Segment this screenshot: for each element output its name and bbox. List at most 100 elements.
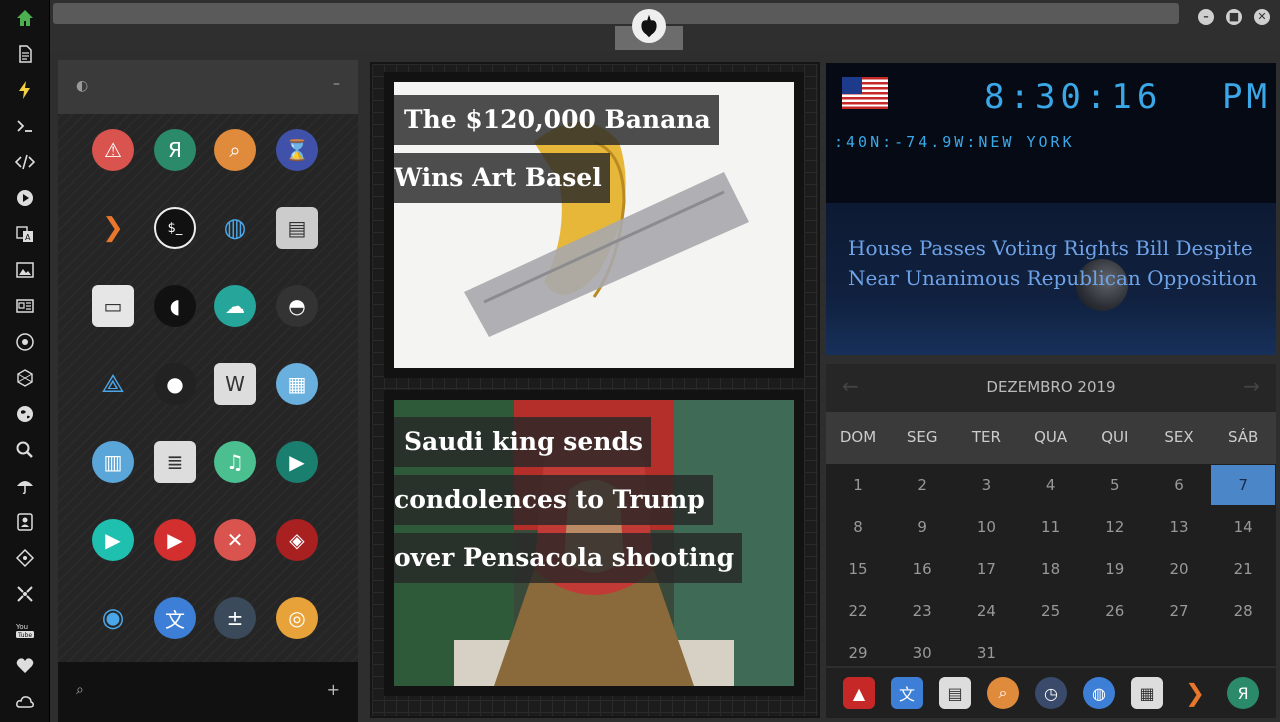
calendar-day[interactable]: 14 — [1211, 507, 1275, 547]
crosshair-icon[interactable] — [13, 582, 37, 606]
calendar-day[interactable]: 16 — [890, 549, 954, 589]
calendar-day[interactable]: 1 — [826, 465, 890, 505]
cloud-lock-app-icon[interactable]: ☁ — [214, 285, 256, 327]
youtube-app-icon[interactable]: ▶ — [154, 519, 196, 561]
search-icon[interactable] — [13, 438, 37, 462]
calendar-day[interactable]: 24 — [954, 591, 1018, 631]
search-icon[interactable]: ⌕ — [76, 682, 84, 698]
umbrella-icon[interactable] — [13, 474, 37, 498]
github-app-icon[interactable]: ◓ — [276, 285, 318, 327]
astro-icon[interactable]: ▲ — [843, 677, 875, 709]
add-app-button[interactable]: + — [327, 680, 340, 699]
browser-app-icon[interactable]: ◍ — [214, 207, 256, 249]
news-card-saudi[interactable]: Saudi king sends condolences to Trump ov… — [384, 390, 804, 696]
heart-icon[interactable] — [13, 654, 37, 678]
globe-icon[interactable] — [13, 402, 37, 426]
document-icon[interactable] — [13, 42, 37, 66]
launcher-app-icon[interactable]: ❯ — [92, 207, 134, 249]
files-app-icon[interactable]: ▤ — [276, 207, 318, 249]
books-app-icon[interactable]: ▥ — [92, 441, 134, 483]
search-app-icon[interactable]: ⌕ — [214, 129, 256, 171]
ironman-app-icon[interactable]: ◈ — [276, 519, 318, 561]
network-icon[interactable] — [13, 366, 37, 390]
play-icon[interactable] — [13, 186, 37, 210]
calendar-icon[interactable]: ▦ — [1131, 677, 1163, 709]
translate-app-icon[interactable]: 文 — [154, 597, 196, 639]
calendar-day[interactable]: 22 — [826, 591, 890, 631]
home-icon[interactable] — [13, 6, 37, 30]
yandex-icon[interactable]: Я — [1227, 677, 1259, 709]
player-app-icon[interactable]: ▶ — [92, 519, 134, 561]
calendar-day[interactable]: 4 — [1019, 465, 1083, 505]
image-icon[interactable] — [13, 258, 37, 282]
minimize-button[interactable]: – — [1198, 9, 1214, 25]
calendar-day[interactable]: 21 — [1211, 549, 1275, 589]
calendar-day[interactable]: 10 — [954, 507, 1018, 547]
youtube-icon[interactable]: You Tube — [13, 618, 37, 642]
calendar-day[interactable]: 9 — [890, 507, 954, 547]
calendar-day[interactable]: 29 — [826, 633, 890, 673]
clock-icon[interactable]: ◷ — [1035, 677, 1067, 709]
calendar-day[interactable]: 28 — [1211, 591, 1275, 631]
calendar-day-selected[interactable]: 7 — [1211, 465, 1276, 505]
calendar-day[interactable]: 23 — [890, 591, 954, 631]
c3po-app-icon[interactable]: ◉ — [92, 597, 134, 639]
git-icon[interactable] — [13, 546, 37, 570]
calendar-day[interactable]: 11 — [1019, 507, 1083, 547]
terminal-app-icon[interactable]: $_ — [154, 207, 196, 249]
calendar-day[interactable]: 30 — [890, 633, 954, 673]
wikipedia-app-icon[interactable]: W — [214, 363, 256, 405]
calendar-day[interactable]: 17 — [954, 549, 1018, 589]
timer-app-icon[interactable]: ⌛ — [276, 129, 318, 171]
deathstar-app-icon[interactable]: ● — [154, 363, 196, 405]
calendar-day[interactable]: 15 — [826, 549, 890, 589]
maximize-button[interactable]: ■ — [1226, 9, 1242, 25]
calendar-day[interactable]: 25 — [1019, 591, 1083, 631]
translate-icon[interactable]: 文 — [891, 677, 923, 709]
calendar-day[interactable]: 20 — [1147, 549, 1211, 589]
close-app-icon[interactable]: ✕ — [214, 519, 256, 561]
yandex-app-icon[interactable]: Я — [154, 129, 196, 171]
close-button[interactable]: ✕ — [1254, 9, 1270, 25]
calendar-day[interactable]: 13 — [1147, 507, 1211, 547]
calculator-app-icon[interactable]: ± — [214, 597, 256, 639]
theme-toggle-icon[interactable]: ◐ — [76, 78, 88, 94]
translate-icon[interactable]: A — [13, 222, 37, 246]
maps-app-icon[interactable]: ▦ — [276, 363, 318, 405]
terminal-icon[interactable] — [13, 114, 37, 138]
contacts-icon[interactable] — [13, 510, 37, 534]
calendar-day[interactable]: 19 — [1083, 549, 1147, 589]
next-month-button[interactable]: → — [1243, 374, 1260, 398]
pacman-app-icon[interactable]: ◖ — [154, 285, 196, 327]
news-card-banana[interactable]: The $120,000 Banana Wins Art Basel — [384, 72, 804, 378]
bolt-icon[interactable] — [13, 78, 37, 102]
calendar-day[interactable]: 26 — [1083, 591, 1147, 631]
calendar-day[interactable]: 18 — [1019, 549, 1083, 589]
globe-icon[interactable]: ◍ — [1083, 677, 1115, 709]
calendar-day[interactable]: 5 — [1083, 465, 1147, 505]
cloud-icon[interactable] — [13, 690, 37, 714]
calendar-day[interactable]: 2 — [890, 465, 954, 505]
music-app-icon[interactable]: ♫ — [214, 441, 256, 483]
warning-app-icon[interactable]: ⚠ — [92, 129, 134, 171]
window-app-icon[interactable]: ▭ — [92, 285, 134, 327]
code-icon[interactable] — [13, 150, 37, 174]
starfleet-app-icon[interactable]: ⟁ — [92, 363, 134, 405]
rebel-logo-tab[interactable] — [615, 0, 683, 52]
news-icon[interactable] — [13, 294, 37, 318]
news-ticker[interactable]: House Passes Voting Rights Bill Despite … — [826, 203, 1276, 355]
calendar-day[interactable]: 3 — [954, 465, 1018, 505]
notes-app-icon[interactable]: ≣ — [154, 441, 196, 483]
collapse-button[interactable]: – — [333, 76, 340, 92]
calendar-day[interactable]: 12 — [1083, 507, 1147, 547]
photos-app-icon[interactable]: ◎ — [276, 597, 318, 639]
calendar-day[interactable]: 6 — [1147, 465, 1211, 505]
launcher-icon[interactable]: ❯ — [1179, 677, 1211, 709]
rebel-icon[interactable] — [13, 330, 37, 354]
calendar-day[interactable]: 31 — [954, 633, 1018, 673]
search-icon[interactable]: ⌕ — [987, 677, 1019, 709]
news-icon[interactable]: ▤ — [939, 677, 971, 709]
calendar-day[interactable]: 27 — [1147, 591, 1211, 631]
video-app-icon[interactable]: ▶ — [276, 441, 318, 483]
calendar-day[interactable]: 8 — [826, 507, 890, 547]
